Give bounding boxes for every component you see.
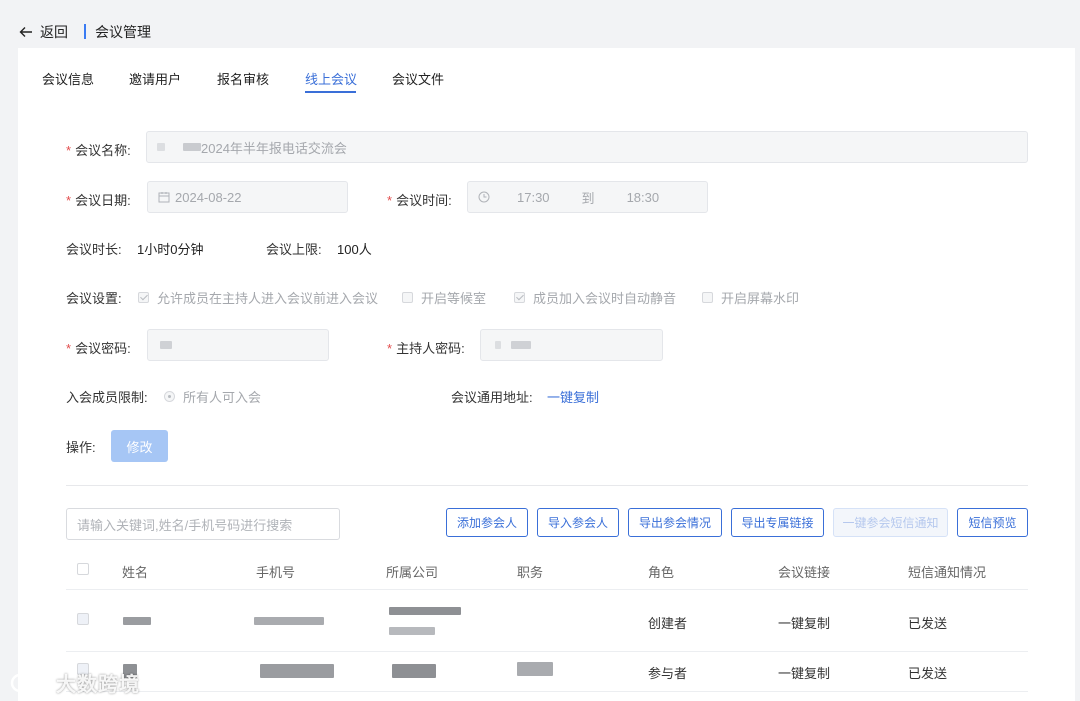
ops-label: 操作: bbox=[66, 440, 96, 455]
tab-meeting-files[interactable]: 会议文件 bbox=[392, 69, 444, 88]
settings-label: 会议设置: bbox=[66, 291, 122, 306]
duration-label: 会议时长: bbox=[66, 242, 122, 257]
radio-icon bbox=[164, 391, 175, 402]
arrow-left-icon bbox=[19, 27, 32, 37]
duration-value: 1小时0分钟 bbox=[137, 242, 204, 257]
member-limit-label: 入会成员限制: bbox=[66, 390, 148, 405]
setting-screen-watermark[interactable]: 开启屏幕水印 bbox=[702, 288, 799, 307]
checkbox-icon bbox=[138, 292, 149, 303]
add-attendee-button[interactable]: 添加参会人 bbox=[446, 508, 528, 537]
limit-label: 会议上限: bbox=[266, 242, 322, 257]
modify-button[interactable]: 修改 bbox=[111, 430, 168, 462]
phone-redacted bbox=[260, 664, 334, 678]
export-links-button[interactable]: 导出专属链接 bbox=[731, 508, 824, 537]
password-label: * 会议密码: bbox=[66, 341, 131, 356]
row-copy-link[interactable]: 一键复制 bbox=[778, 613, 830, 632]
col-company: 所属公司 bbox=[386, 565, 439, 580]
top-bar: 返回 会议管理 bbox=[0, 0, 1080, 48]
back-label: 返回 bbox=[40, 24, 68, 40]
tab-invite-users[interactable]: 邀请用户 bbox=[129, 69, 181, 88]
host-password-input[interactable] bbox=[480, 329, 663, 361]
col-sms: 短信通知情况 bbox=[908, 565, 987, 580]
export-attendance-button[interactable]: 导出参会情况 bbox=[628, 508, 722, 537]
row-copy-link[interactable]: 一键复制 bbox=[778, 663, 830, 682]
clock-icon bbox=[478, 191, 490, 203]
col-role: 角色 bbox=[648, 565, 675, 580]
checkbox-icon bbox=[702, 292, 713, 303]
col-phone: 手机号 bbox=[256, 565, 296, 580]
setting-auto-mute[interactable]: 成员加入会议时自动静音 bbox=[514, 288, 676, 307]
meeting-time-label: * 会议时间: bbox=[387, 193, 452, 208]
limit-value: 100人 bbox=[337, 242, 372, 257]
company-redacted bbox=[389, 607, 461, 615]
host-password-label: * 主持人密码: bbox=[387, 341, 465, 356]
row-sms-status: 已发送 bbox=[908, 666, 948, 681]
address-label: 会议通用地址: bbox=[451, 390, 533, 405]
row-checkbox[interactable] bbox=[77, 613, 89, 625]
setting-early-join[interactable]: 允许成员在主持人进入会议前进入会议 bbox=[138, 288, 378, 307]
header-divider bbox=[66, 589, 1028, 590]
calendar-icon bbox=[158, 192, 170, 203]
row-sms-status: 已发送 bbox=[908, 616, 948, 631]
title-divider bbox=[84, 24, 86, 39]
col-name: 姓名 bbox=[122, 565, 149, 580]
brand-logo-icon bbox=[10, 673, 50, 692]
active-tab-indicator bbox=[305, 91, 356, 93]
company-redacted-2 bbox=[389, 627, 435, 635]
time-end: 18:30 bbox=[626, 189, 660, 205]
time-start: 17:30 bbox=[517, 189, 550, 205]
name-redacted bbox=[123, 617, 151, 625]
tab-online-meeting[interactable]: 线上会议 bbox=[305, 69, 357, 88]
tab-registration-review[interactable]: 报名审核 bbox=[217, 69, 269, 88]
import-attendee-button[interactable]: 导入参会人 bbox=[537, 508, 619, 537]
row-role: 创建者 bbox=[648, 616, 688, 631]
meeting-name-value: 2024年半年报电话交流会 bbox=[201, 140, 347, 156]
phone-redacted bbox=[254, 617, 324, 625]
section-divider bbox=[66, 485, 1028, 486]
member-limit-option[interactable]: 所有人可入会 bbox=[164, 387, 261, 406]
meeting-name-label: * 会议名称: bbox=[66, 143, 131, 158]
meeting-date-input[interactable]: 2024-08-22 bbox=[147, 181, 348, 213]
sms-notify-button[interactable]: 一键参会短信通知 bbox=[833, 508, 948, 537]
watermark: 大数跨境 bbox=[10, 668, 140, 697]
setting-waiting-room[interactable]: 开启等候室 bbox=[402, 288, 486, 307]
meeting-date-value: 2024-08-22 bbox=[175, 189, 242, 205]
search-input[interactable]: 请输入关键词,姓名/手机号码进行搜索 bbox=[66, 508, 340, 540]
select-all-checkbox[interactable] bbox=[77, 563, 89, 575]
meeting-name-input[interactable]: 2024年半年报电话交流会 bbox=[146, 131, 1028, 163]
checkbox-icon bbox=[402, 292, 413, 303]
row-divider bbox=[66, 691, 1028, 692]
col-position: 职务 bbox=[517, 565, 544, 580]
company-redacted bbox=[392, 664, 436, 678]
checkbox-icon bbox=[514, 292, 525, 303]
row-divider bbox=[66, 651, 1028, 652]
password-input[interactable] bbox=[147, 329, 329, 361]
row-role: 参与者 bbox=[648, 666, 688, 681]
tab-meeting-info[interactable]: 会议信息 bbox=[42, 69, 94, 88]
meeting-date-label: * 会议日期: bbox=[66, 193, 131, 208]
copy-address-link[interactable]: 一键复制 bbox=[547, 387, 599, 406]
page-title: 会议管理 bbox=[95, 24, 151, 40]
back-button[interactable]: 返回 bbox=[18, 22, 68, 42]
meeting-time-input[interactable]: 17:30 到 18:30 bbox=[467, 181, 708, 213]
tab-bar: 会议信息 邀请用户 报名审核 线上会议 会议文件 bbox=[18, 48, 1075, 96]
position-redacted bbox=[517, 662, 553, 676]
main-card: 会议信息 邀请用户 报名审核 线上会议 会议文件 * 会议名称: 2024年半年报… bbox=[18, 48, 1075, 701]
sms-preview-button[interactable]: 短信预览 bbox=[957, 508, 1028, 537]
col-link: 会议链接 bbox=[778, 565, 831, 580]
time-separator: 到 bbox=[581, 190, 595, 206]
